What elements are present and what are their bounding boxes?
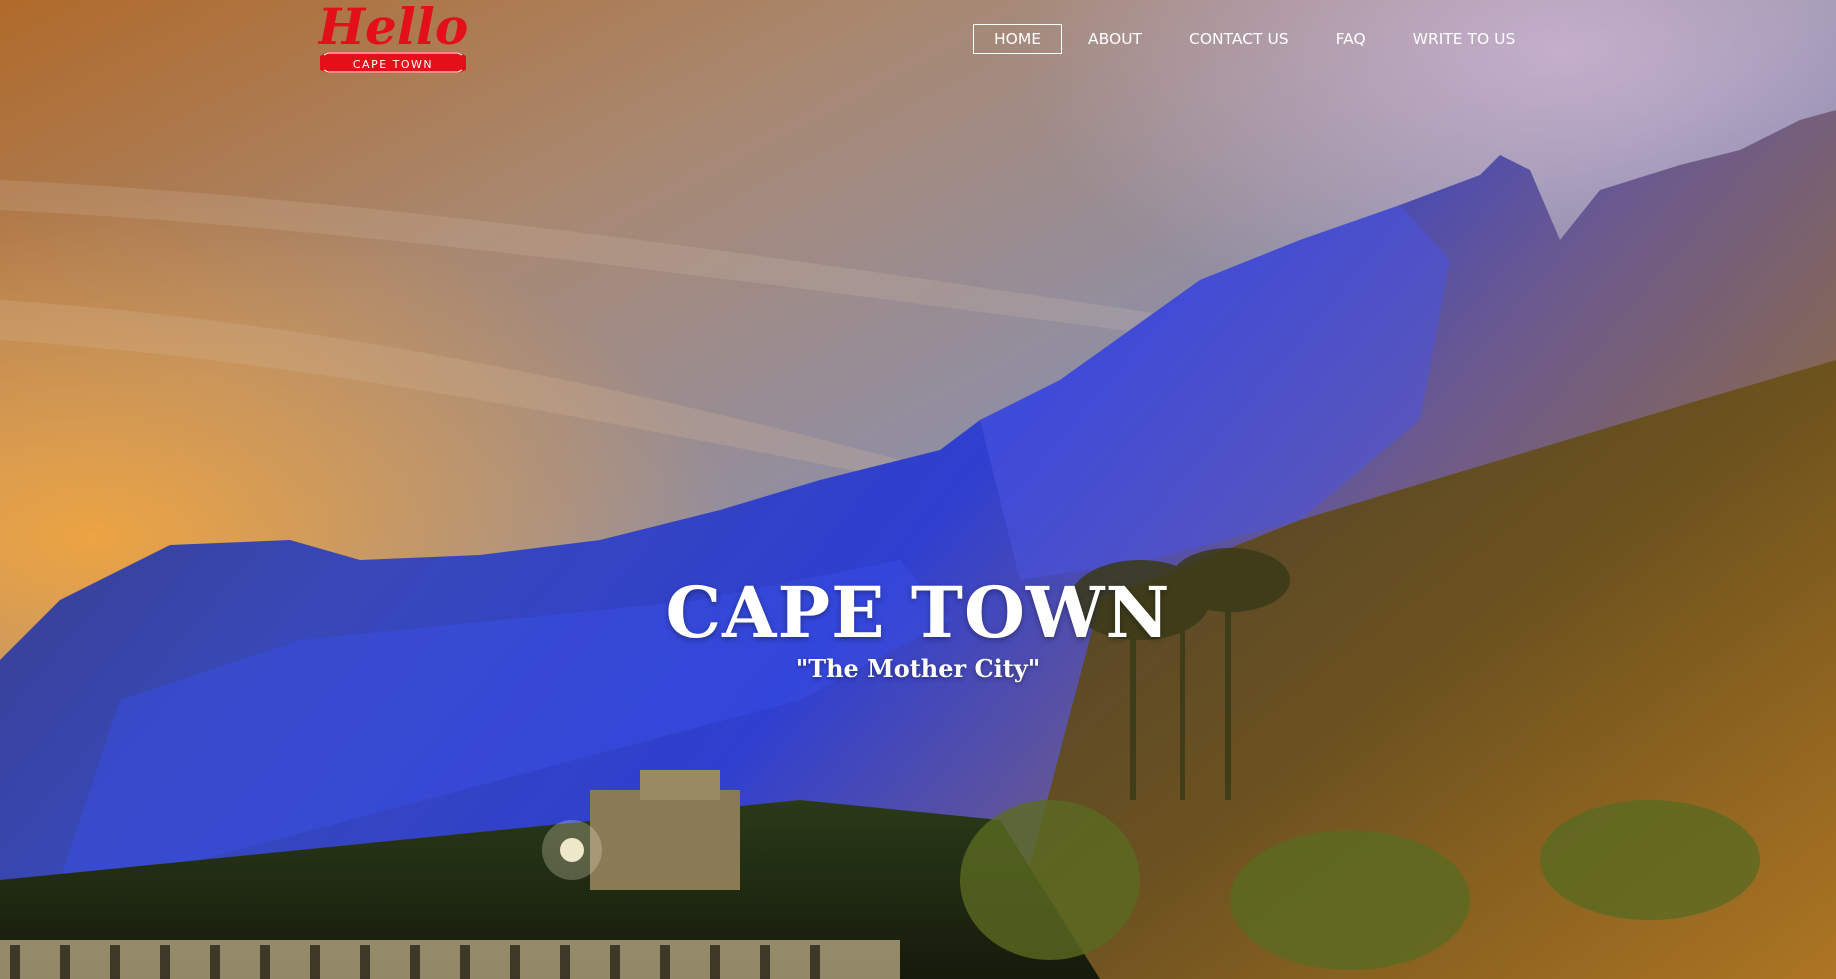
hero-title: CAPE TOWN: [665, 571, 1171, 654]
main-menu: HOME ABOUT CONTACT US FAQ WRITE TO US: [973, 24, 1541, 54]
logo-banner-text: CAPE TOWN: [353, 58, 433, 71]
nav-faq-link[interactable]: FAQ: [1315, 24, 1387, 54]
nav-about-link[interactable]: ABOUT: [1067, 24, 1163, 54]
hero-subtitle: "The Mother City": [795, 654, 1041, 683]
hello-cape-town-logo[interactable]: Hello CAPE TOWN: [316, 0, 468, 76]
hero-background-image: [0, 0, 1836, 979]
nav-contact-us-link[interactable]: CONTACT US: [1168, 24, 1310, 54]
nav-write-to-us-link[interactable]: WRITE TO US: [1392, 24, 1537, 54]
hero-text: CAPE TOWN "The Mother City": [0, 572, 1836, 684]
page: Hello CAPE TOWN HOME ABOUT CONTACT US FA…: [0, 0, 1836, 979]
nav-home-link[interactable]: HOME: [973, 24, 1063, 54]
logo-script-text: Hello: [318, 0, 468, 56]
logo-image: Hello CAPE TOWN: [316, 0, 468, 73]
top-nav: Hello CAPE TOWN HOME ABOUT CONTACT US FA…: [0, 0, 1836, 80]
